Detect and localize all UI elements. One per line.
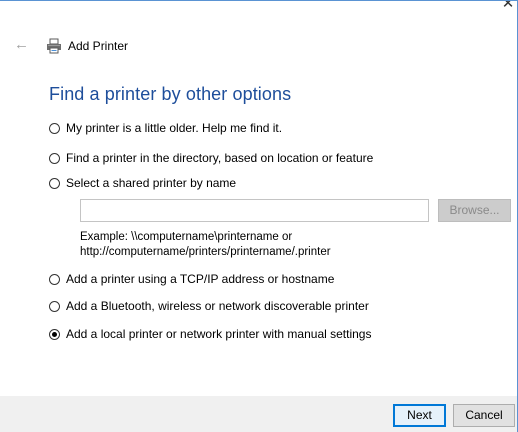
window-title-bar: Add Printer [46,37,128,55]
option-select-shared-printer[interactable]: Select a shared printer by name [49,175,236,191]
radio-button[interactable] [49,273,60,285]
example-line: http://computername/printers/printername… [80,246,331,258]
radio-button-selected[interactable] [49,328,60,340]
add-printer-window: ✕ ← Add Printer Find a printer by other … [0,0,518,432]
option-label: Add a Bluetooth, wireless or network dis… [66,299,369,313]
option-label: Select a shared printer by name [66,176,237,190]
page-heading: Find a printer by other options [49,84,292,104]
window-title: Add Printer [68,39,129,53]
option-label: Add a local printer or network printer w… [66,327,372,341]
cancel-button[interactable]: Cancel [453,404,515,427]
example-line: Example: \\computername\printername or [80,231,293,243]
radio-button[interactable] [49,300,60,312]
close-icon[interactable]: ✕ [499,1,517,13]
next-button[interactable]: Next [393,404,446,427]
option-label: Add a printer using a TCP/IP address or … [66,272,335,286]
back-arrow-icon[interactable]: ← [14,37,30,53]
option-older-printer[interactable]: My printer is a little older. Help me fi… [49,120,282,136]
shared-printer-name-input[interactable] [80,199,429,222]
shared-printer-example: Example: \\computername\printername or h… [80,230,331,260]
option-label: Find a printer in the directory, based o… [66,151,374,165]
radio-button[interactable] [49,122,60,134]
browse-button[interactable]: Browse... [438,199,511,222]
radio-button[interactable] [49,177,60,189]
option-tcp-ip[interactable]: Add a printer using a TCP/IP address or … [49,271,334,287]
option-find-in-directory[interactable]: Find a printer in the directory, based o… [49,150,373,166]
option-bluetooth-wireless[interactable]: Add a Bluetooth, wireless or network dis… [49,298,369,314]
dialog-footer: Next Cancel [0,396,517,432]
option-label: My printer is a little older. Help me fi… [66,121,283,135]
printer-icon [47,38,61,54]
option-local-manual[interactable]: Add a local printer or network printer w… [49,326,371,342]
radio-button[interactable] [49,152,60,164]
